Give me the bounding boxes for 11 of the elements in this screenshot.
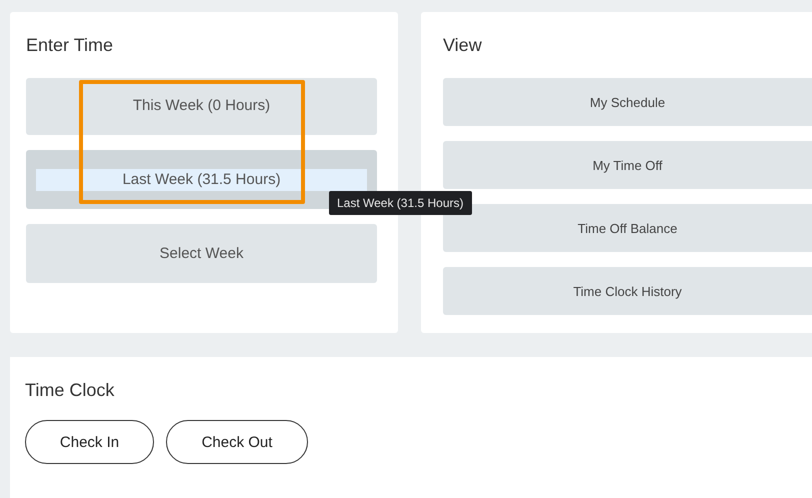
week-button[interactable]: Select Week bbox=[26, 224, 377, 283]
view-button[interactable]: My Time Off bbox=[443, 141, 812, 189]
week-button[interactable]: This Week (0 Hours) bbox=[26, 78, 377, 135]
clock-button[interactable]: Check Out bbox=[166, 420, 308, 464]
section-title: Time Clock bbox=[25, 379, 116, 401]
section-title: View bbox=[443, 34, 483, 56]
clock-button[interactable]: Check In bbox=[25, 420, 154, 464]
view-button[interactable]: Time Clock History bbox=[443, 267, 812, 315]
tooltip: Last Week (31.5 Hours) bbox=[329, 191, 472, 215]
view-button[interactable]: My Schedule bbox=[443, 78, 812, 126]
section-title: Enter Time bbox=[26, 34, 114, 56]
